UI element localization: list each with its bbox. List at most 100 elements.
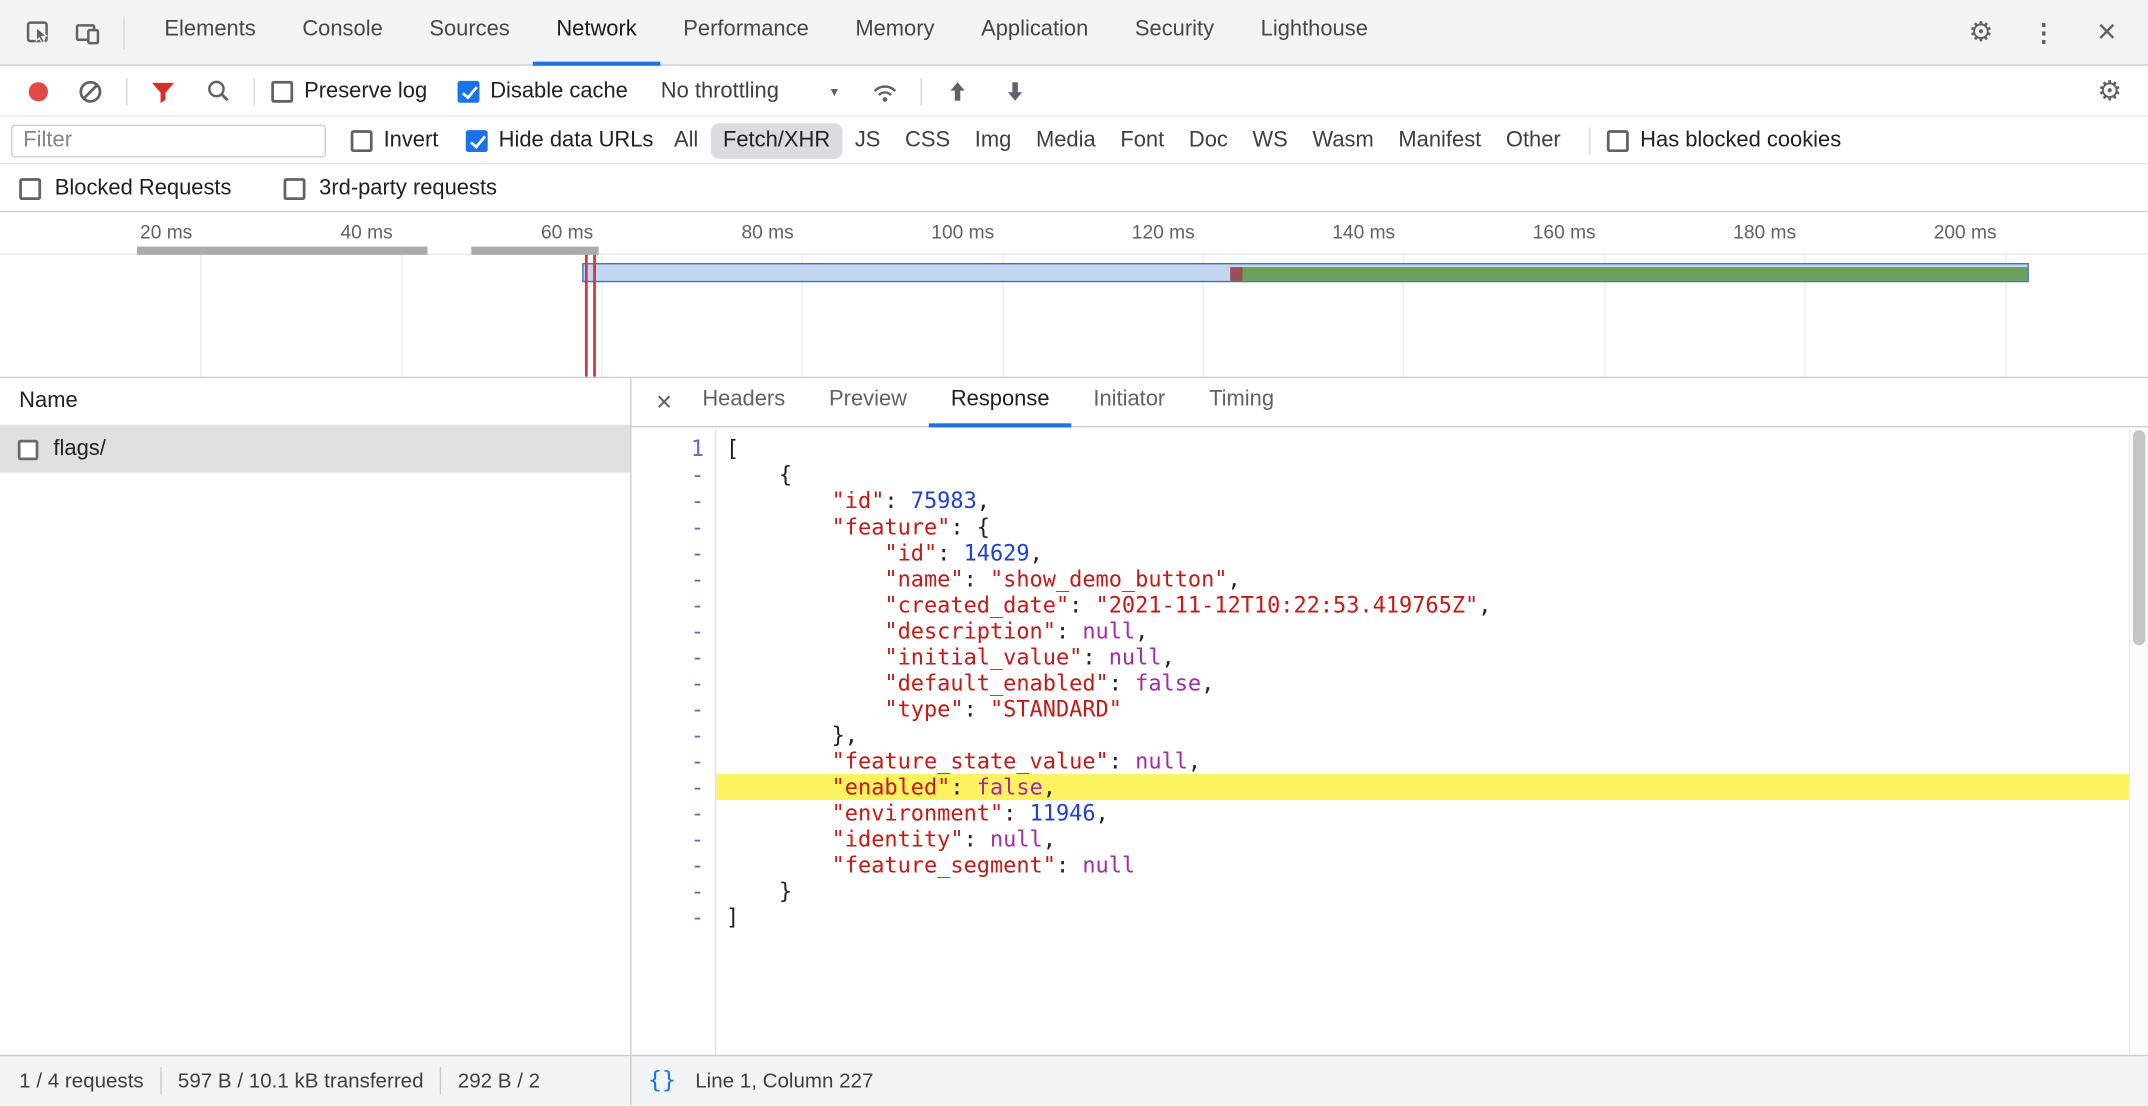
- tab-lighthouse[interactable]: Lighthouse: [1237, 0, 1391, 65]
- tab-security[interactable]: Security: [1112, 0, 1238, 65]
- fold-marker[interactable]: -: [632, 514, 705, 540]
- fold-marker[interactable]: -: [632, 878, 705, 904]
- fold-marker[interactable]: -: [632, 826, 705, 852]
- code-line: "name": "show_demo_button",: [716, 566, 2148, 592]
- tab-memory[interactable]: Memory: [832, 0, 958, 65]
- fold-marker[interactable]: -: [632, 800, 705, 826]
- more-options-button[interactable]: ⋮: [2025, 13, 2063, 51]
- export-har-button[interactable]: [995, 72, 1033, 110]
- filter-type-css[interactable]: CSS: [893, 123, 963, 159]
- fold-marker[interactable]: -: [632, 904, 705, 930]
- timeline-overview: 20 ms40 ms60 ms80 ms100 ms120 ms140 ms16…: [0, 212, 2148, 376]
- fold-marker[interactable]: -: [632, 696, 705, 722]
- request-checkbox[interactable]: [18, 439, 39, 460]
- code-token: "created_date": [884, 592, 1069, 618]
- fold-marker[interactable]: -: [632, 592, 705, 618]
- fold-marker[interactable]: -: [632, 566, 705, 592]
- request-row[interactable]: flags/: [0, 426, 630, 473]
- devtools-settings-button[interactable]: ⚙: [1962, 13, 2000, 51]
- record-button[interactable]: [19, 72, 57, 110]
- fold-marker[interactable]: -: [632, 748, 705, 774]
- clear-button[interactable]: [71, 72, 109, 110]
- waterfall-segment: [1230, 267, 1242, 281]
- code-token: "description": [884, 618, 1056, 644]
- third-party-checkbox[interactable]: [284, 177, 306, 199]
- filter-type-img[interactable]: Img: [962, 123, 1023, 159]
- tab-performance[interactable]: Performance: [660, 0, 832, 65]
- fold-marker[interactable]: -: [632, 488, 705, 514]
- divider: [160, 1067, 161, 1094]
- tab-network[interactable]: Network: [533, 0, 660, 65]
- code-line: "initial_value": null,: [716, 644, 2148, 670]
- blocked-requests-checkbox[interactable]: [19, 177, 41, 199]
- name-column-header[interactable]: Name: [0, 378, 630, 426]
- blocked-requests-label[interactable]: Blocked Requests: [55, 176, 232, 201]
- invert-label[interactable]: Invert: [384, 128, 439, 153]
- fold-marker[interactable]: -: [632, 644, 705, 670]
- detail-tab-headers[interactable]: Headers: [680, 378, 807, 427]
- filter-type-media[interactable]: Media: [1024, 123, 1108, 159]
- third-party-label[interactable]: 3rd-party requests: [319, 176, 497, 201]
- code-token: ,: [1043, 774, 1056, 800]
- search-button[interactable]: [199, 72, 237, 110]
- request-details-panel: × HeadersPreviewResponseInitiatorTiming …: [632, 378, 2148, 1055]
- close-devtools-button[interactable]: ×: [2088, 13, 2126, 51]
- tab-elements[interactable]: Elements: [141, 0, 279, 65]
- tab-application[interactable]: Application: [958, 0, 1112, 65]
- filter-type-fetch-xhr[interactable]: Fetch/XHR: [711, 123, 843, 159]
- filter-type-wasm[interactable]: Wasm: [1300, 123, 1386, 159]
- tab-sources[interactable]: Sources: [406, 0, 533, 65]
- fold-marker[interactable]: -: [632, 774, 705, 800]
- has-blocked-cookies-checkbox[interactable]: [1607, 129, 1629, 151]
- device-toolbar-button[interactable]: [68, 13, 106, 51]
- tab-console[interactable]: Console: [279, 0, 406, 65]
- code-token: ,: [1135, 618, 1148, 644]
- search-icon: [205, 78, 231, 104]
- download-arrow-icon: [1002, 79, 1027, 104]
- fold-marker[interactable]: -: [632, 462, 705, 488]
- detail-tab-initiator[interactable]: Initiator: [1071, 378, 1187, 427]
- code-line: "enabled": false,: [716, 774, 2148, 800]
- filter-type-js[interactable]: JS: [842, 123, 892, 159]
- close-details-button[interactable]: ×: [648, 388, 680, 415]
- pretty-print-button[interactable]: {}: [648, 1067, 676, 1094]
- scrollbar-thumb[interactable]: [2133, 430, 2145, 645]
- load-event-line: [593, 255, 596, 377]
- detail-tab-timing[interactable]: Timing: [1187, 378, 1296, 427]
- preserve-log-label[interactable]: Preserve log: [304, 79, 427, 104]
- hide-data-urls-label[interactable]: Hide data URLs: [499, 128, 654, 153]
- inspect-element-button[interactable]: [19, 13, 57, 51]
- response-scrollbar[interactable]: [2129, 429, 2148, 1055]
- filter-type-manifest[interactable]: Manifest: [1386, 123, 1493, 159]
- device-toolbar-icon: [74, 18, 101, 45]
- filter-type-doc[interactable]: Doc: [1177, 123, 1241, 159]
- code-token: "id": [884, 540, 937, 566]
- network-settings-button[interactable]: ⚙: [2090, 73, 2128, 111]
- fold-marker[interactable]: -: [632, 722, 705, 748]
- filter-type-font[interactable]: Font: [1108, 123, 1177, 159]
- disable-cache-label[interactable]: Disable cache: [490, 79, 628, 104]
- invert-checkbox[interactable]: [351, 129, 373, 151]
- fold-marker[interactable]: -: [632, 852, 705, 878]
- detail-tab-preview[interactable]: Preview: [807, 378, 929, 427]
- filter-type-ws[interactable]: WS: [1240, 123, 1300, 159]
- throttling-select[interactable]: No throttling ▼: [661, 79, 841, 104]
- code-token: "2021-11-12T10:22:53.419765Z": [1096, 592, 1479, 618]
- filter-toggle-button[interactable]: [144, 72, 182, 110]
- detail-tab-response[interactable]: Response: [929, 378, 1072, 427]
- preserve-log-checkbox[interactable]: [271, 80, 293, 102]
- code-token: },: [832, 722, 858, 748]
- network-conditions-button[interactable]: [865, 72, 903, 110]
- main-tab-strip: ElementsConsoleSourcesNetworkPerformance…: [141, 0, 1391, 65]
- fold-marker[interactable]: -: [632, 540, 705, 566]
- has-blocked-cookies-label[interactable]: Has blocked cookies: [1640, 128, 1841, 153]
- hide-data-urls-checkbox[interactable]: [466, 129, 488, 151]
- import-har-button[interactable]: [938, 72, 976, 110]
- fold-marker[interactable]: -: [632, 618, 705, 644]
- code-token: null: [990, 826, 1043, 852]
- disable-cache-checkbox[interactable]: [457, 80, 479, 102]
- filter-input[interactable]: [11, 124, 326, 157]
- filter-type-other[interactable]: Other: [1494, 123, 1573, 159]
- filter-type-all[interactable]: All: [662, 123, 711, 159]
- fold-marker[interactable]: -: [632, 670, 705, 696]
